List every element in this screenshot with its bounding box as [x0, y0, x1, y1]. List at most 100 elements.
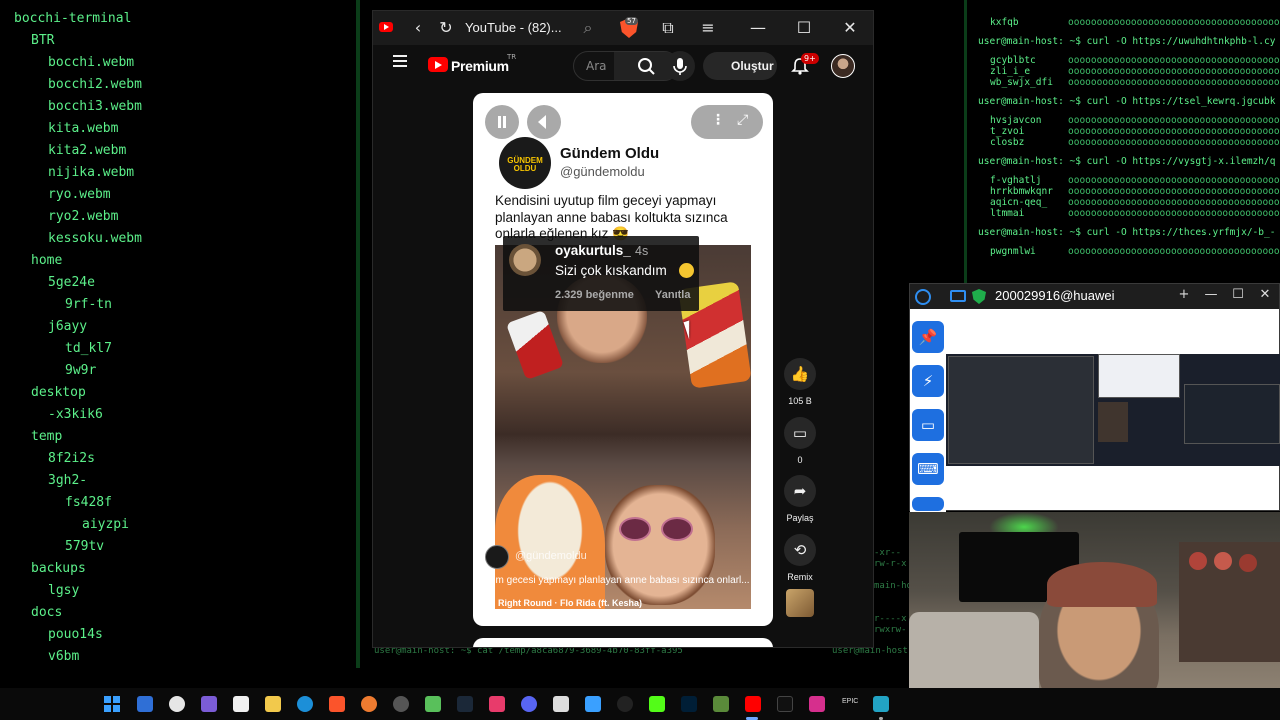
app-icon[interactable]	[585, 696, 601, 712]
browser-window: ‹ ↻ YouTube - (82)... ⌕ 57 ⧉ ≡ — ☐ ✕ Pre…	[372, 10, 874, 648]
perm-text-3: r----x	[874, 614, 907, 624]
youtube-logo-icon[interactable]	[428, 57, 448, 72]
windows-start-icon[interactable]	[104, 696, 120, 712]
new-tab-button[interactable]: +	[1175, 287, 1193, 302]
tree-entry: ryo2.webm	[48, 209, 119, 224]
youtube-region: TR	[507, 53, 517, 61]
discord-icon[interactable]	[521, 696, 537, 712]
download-progress-text: oooooooooooooooooooooooooooooooooooooo	[1068, 126, 1280, 137]
music-track[interactable]: ♪ Right Round · Flo Rida (ft. Kesha)	[491, 598, 642, 608]
fullscreen-icon[interactable]: ⤢	[737, 112, 748, 128]
channel-handle[interactable]: @gündemoldu	[515, 550, 587, 562]
minimize-button[interactable]: —	[747, 17, 769, 39]
like-icon[interactable]: 👍	[784, 358, 816, 390]
youtube-logo-text[interactable]: Premium	[451, 58, 509, 74]
copilot-icon[interactable]	[201, 696, 217, 712]
voice-search-button[interactable]	[665, 51, 695, 81]
reload-icon[interactable]: ↻	[435, 17, 457, 39]
couch-image	[909, 612, 1039, 689]
app-icon[interactable]	[713, 696, 729, 712]
channel-avatar[interactable]	[485, 545, 509, 569]
rd-maximize-button[interactable]: ☐	[1229, 287, 1247, 302]
comment-icon[interactable]: ▭	[784, 417, 816, 449]
snack-bag-image	[505, 309, 565, 381]
pin-icon[interactable]: 📌	[912, 321, 944, 353]
tree-entry: fs428f	[65, 495, 112, 510]
app-icon[interactable]	[553, 696, 569, 712]
hamburger-menu-icon[interactable]	[393, 55, 409, 69]
file-explorer-icon[interactable]	[265, 696, 281, 712]
player-options: ⋮ ⤢	[691, 105, 763, 139]
tree-entry: pouo14s	[48, 627, 103, 642]
browser-tab-bar: ‹ ↻ YouTube - (82)... ⌕ 57 ⧉ ≡ — ☐ ✕	[373, 11, 873, 45]
search-input[interactable]: Ara	[586, 59, 607, 73]
terminal-prompt-line: user@main-host: ~$ curl -O https://vysgt…	[978, 156, 1276, 167]
terminal-prompt-line: user@main-host: ~$ curl -O https://tsel_…	[978, 96, 1276, 107]
app-icon[interactable]	[489, 696, 505, 712]
obs-icon[interactable]	[169, 696, 185, 712]
app-icon[interactable]	[361, 696, 377, 712]
extensions-icon[interactable]: ⧉	[657, 17, 679, 39]
create-button[interactable]: Oluştur	[703, 52, 777, 80]
download-progress-text: oooooooooooooooooooooooooooooooooooooo	[1068, 197, 1280, 208]
search-icon[interactable]: ⌕	[577, 17, 599, 39]
app-icon[interactable]	[617, 696, 633, 712]
remote-desktop-window: 200029916@huawei + — ☐ ✕ 📌 ⚡ ▭ ⌨	[909, 283, 1280, 512]
youtube-taskbar-icon[interactable]	[745, 696, 761, 712]
sunglasses-right	[661, 517, 693, 541]
shelf-item	[1239, 554, 1257, 572]
edge-icon[interactable]	[297, 696, 313, 712]
kick-icon[interactable]	[649, 696, 665, 712]
epic-games-icon[interactable]: EPIC	[842, 698, 858, 705]
post-logo-text: GÜNDEM OLDU	[507, 156, 543, 173]
back-icon[interactable]: ‹	[407, 17, 429, 39]
comment-avatar	[509, 244, 541, 276]
remote-session-title[interactable]: 200029916@huawei	[995, 288, 1114, 303]
account-avatar[interactable]	[831, 54, 855, 78]
lightning-icon[interactable]: ⚡	[912, 365, 944, 397]
remix-icon[interactable]: ⟲	[784, 534, 816, 566]
downloaded-file-name: pwgnmlwi	[990, 246, 1036, 257]
more-tools-icon[interactable]	[912, 497, 944, 511]
app-icon[interactable]	[393, 696, 409, 712]
downloaded-file-name: hrrkbmwkqnr	[990, 186, 1053, 197]
video-caption[interactable]: Film gecesi yapmayı planlayan anne babas…	[485, 575, 761, 586]
tiktok-icon[interactable]	[777, 696, 793, 712]
tab-title[interactable]: YouTube - (82)...	[465, 20, 562, 35]
instagram-icon[interactable]	[809, 696, 825, 712]
brave-icon[interactable]	[329, 696, 345, 712]
sound-thumbnail[interactable]	[786, 589, 814, 617]
download-progress-text: oooooooooooooooooooooooooooooooooooooo	[1068, 115, 1280, 126]
menu-icon[interactable]: ≡	[697, 17, 719, 39]
remote-screen-preview[interactable]	[946, 354, 1280, 466]
tree-entry: temp	[31, 429, 63, 444]
rd-minimize-button[interactable]: —	[1202, 287, 1220, 302]
downloaded-file-name: gcyblbtc	[990, 55, 1036, 66]
photoshop-icon[interactable]	[681, 696, 697, 712]
comment-count: 0	[797, 455, 803, 465]
file-tree-terminal[interactable]: bocchi-terminal BTR bocchi.webm bocchi2.web…	[0, 0, 362, 668]
display-icon[interactable]: ▭	[912, 409, 944, 441]
rd-close-button[interactable]: ✕	[1256, 287, 1274, 302]
share-icon[interactable]: ➦	[784, 475, 816, 507]
keyboard-icon[interactable]: ⌨	[912, 453, 944, 485]
app-icon[interactable]	[873, 696, 889, 712]
volume-icon[interactable]	[527, 105, 561, 139]
post-author-name: Gündem Oldu	[560, 145, 660, 162]
powershell-icon[interactable]	[137, 696, 153, 712]
download-progress-text: oooooooooooooooooooooooooooooooooooooo	[1068, 208, 1280, 219]
next-short-card[interactable]	[473, 638, 773, 647]
close-button[interactable]: ✕	[839, 17, 861, 39]
downloaded-file-name: closbz	[990, 137, 1025, 148]
more-options-icon[interactable]: ⋮	[711, 112, 725, 128]
store-icon[interactable]	[233, 696, 249, 712]
short-video-player[interactable]: GÜNDEM OLDU Gündem Oldu @gündemoldu Kend…	[473, 93, 773, 626]
downloaded-file-name: f-vghatlj	[990, 175, 1042, 186]
tree-entry: kita.webm	[48, 121, 119, 136]
maximize-button[interactable]: ☐	[793, 17, 815, 39]
app-icon[interactable]	[425, 696, 441, 712]
search-box[interactable]: Ara	[573, 51, 680, 81]
tree-entry: j6ayy	[48, 319, 88, 334]
pause-icon[interactable]	[485, 105, 519, 139]
steam-icon[interactable]	[457, 696, 473, 712]
